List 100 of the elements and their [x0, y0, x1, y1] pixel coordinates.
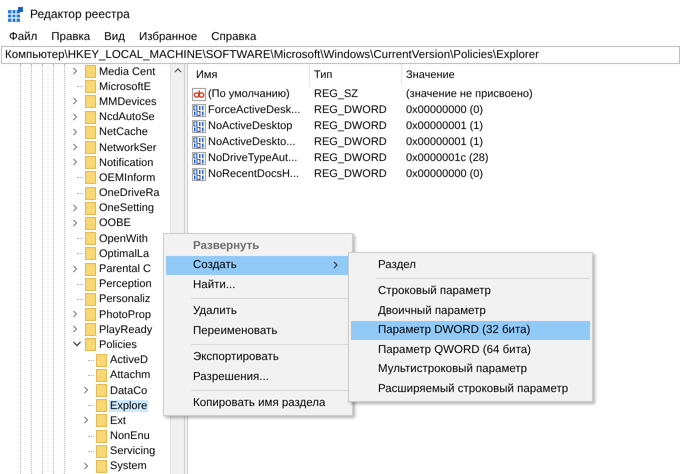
menu-item-label: Копировать имя раздела	[193, 397, 326, 410]
value-name: (По умолчанию)	[208, 88, 290, 100]
menu-item-label: Параметр DWORD (32 бита)	[378, 324, 530, 336]
folder-icon	[96, 384, 107, 398]
value-type: REG_DWORD	[313, 152, 388, 164]
menu-item[interactable]: Создать	[166, 256, 350, 275]
tree-item[interactable]: DataCo	[109, 384, 148, 397]
string-value-icon	[192, 88, 206, 100]
folder-icon	[85, 126, 96, 139]
menu-item[interactable]: Строковый параметр	[351, 282, 590, 301]
scroll-up-icon[interactable]	[174, 68, 182, 73]
menu-bar-item[interactable]: Справка	[204, 31, 264, 43]
value-type: REG_DWORD	[313, 104, 388, 116]
folder-icon	[85, 278, 96, 291]
menu-item[interactable]: Двоичный параметр	[351, 301, 590, 320]
tree-item[interactable]: ActiveD	[109, 354, 149, 366]
column-header[interactable]: Значение	[402, 64, 680, 86]
menu-item-label: Параметр QWORD (64 бита)	[378, 344, 531, 356]
folder-icon	[96, 368, 107, 382]
menu-bar-item[interactable]: Избранное	[132, 31, 204, 43]
menu-item-label: Создать	[193, 259, 237, 272]
tree-item[interactable]: MicrosoftE	[98, 80, 152, 93]
menu-item[interactable]: Переименовать	[166, 321, 350, 340]
menu-item[interactable]: Параметр DWORD (32 бита)	[351, 320, 590, 340]
menu-item[interactable]: Удалить	[166, 302, 350, 321]
tree-item[interactable]: NetworkSer	[98, 142, 158, 154]
folder-icon	[85, 80, 96, 94]
value-type: REG_DWORD	[313, 136, 388, 148]
menu-item[interactable]: Найти...	[166, 275, 350, 294]
tree-item[interactable]: NonEnu	[109, 430, 151, 442]
folder-icon	[96, 460, 107, 473]
folder-icon	[85, 141, 96, 154]
tree-item[interactable]: System	[109, 460, 148, 472]
tree-item[interactable]: Ext	[109, 414, 127, 427]
column-header[interactable]: Имя	[192, 64, 310, 86]
folder-icon	[85, 171, 96, 184]
tree-item[interactable]: NcdAutoSe	[98, 111, 156, 124]
value-name: NoActiveDeskto...	[208, 136, 296, 148]
tree-item[interactable]: NetCache	[98, 126, 149, 138]
address-bar[interactable]: Компьютер\HKEY_LOCAL_MACHINE\SOFTWARE\Microsoft\Windows\CurrentVersion\Policies\Explorer	[1, 46, 680, 64]
tree-item[interactable]: Notification	[98, 156, 154, 169]
menu-item-label: Переименовать	[193, 324, 278, 337]
value-name: ForceActiveDesk...	[208, 104, 300, 116]
tree-item[interactable]: OptimalLa	[98, 248, 150, 260]
tree-item[interactable]: Explore	[109, 400, 148, 412]
folder-icon	[96, 354, 107, 367]
tree-item[interactable]: Parental C	[98, 263, 152, 276]
binary-value-icon	[192, 168, 206, 180]
value-type: REG_DWORD	[313, 168, 388, 180]
menu-item[interactable]: Параметр QWORD (64 бита)	[351, 340, 590, 360]
binary-value-icon	[192, 136, 206, 148]
tree-item[interactable]: OneSetting	[98, 202, 156, 214]
tree-item[interactable]: OneDriveRa	[98, 187, 161, 200]
menu-item-label: Удалить	[193, 305, 237, 318]
menu-item-label: Экспортировать	[193, 351, 279, 364]
window-title: Редактор реестра	[30, 7, 130, 21]
menu-item[interactable]: Раздел	[351, 255, 590, 274]
tree-item[interactable]: Personaliz	[98, 293, 152, 306]
folder-icon	[85, 156, 96, 170]
folder-icon	[85, 110, 96, 124]
tree-item[interactable]: Media Cent	[98, 66, 156, 78]
folder-icon	[96, 414, 107, 428]
menu-item[interactable]: Экспортировать	[166, 348, 350, 367]
value-type: REG_DWORD	[313, 120, 388, 132]
folder-icon	[85, 323, 96, 336]
menu-bar-item[interactable]: Файл	[2, 31, 44, 43]
folder-icon	[85, 292, 96, 306]
menu-item[interactable]: Копировать имя раздела	[166, 394, 350, 413]
folder-icon	[96, 399, 107, 412]
tree-item[interactable]: OEMInform	[98, 172, 156, 184]
folder-icon	[85, 308, 96, 322]
tree-item[interactable]: OpenWith	[98, 232, 149, 245]
value-name: NoActiveDesktop	[208, 120, 292, 132]
tree-item[interactable]: Perception	[98, 278, 153, 290]
menu-item[interactable]: Разрешения...	[166, 367, 350, 386]
value-name: NoRecentDocsH...	[208, 168, 300, 180]
tree-item[interactable]: PlayReady	[98, 324, 154, 336]
value-data: (значение не присвоено)	[405, 88, 534, 100]
tree-item[interactable]: Attachm	[109, 369, 152, 382]
menu-item-label: Развернуть	[193, 240, 260, 252]
folder-icon	[85, 186, 96, 200]
tree-item[interactable]: Policies	[98, 338, 138, 351]
tree-item[interactable]: OOBE	[98, 217, 132, 230]
menu-item[interactable]: Мультистроковый параметр	[351, 360, 590, 379]
folder-icon	[85, 247, 96, 260]
menu-item-label: Строковый параметр	[378, 285, 491, 298]
tree-item[interactable]: MMDevices	[98, 96, 158, 108]
folder-icon	[85, 65, 96, 78]
folder-icon	[85, 216, 96, 230]
menu-item-label: Найти...	[193, 278, 236, 291]
menu-item[interactable]: Расширяемый строковый параметр	[351, 379, 590, 398]
folder-icon	[85, 95, 96, 108]
menu-item-label: Разрешения...	[193, 370, 269, 383]
menu-bar-item[interactable]: Правка	[44, 31, 98, 43]
column-header[interactable]: Тип	[310, 64, 402, 86]
registry-editor-icon	[8, 6, 23, 22]
tree-item[interactable]: PhotoProp	[98, 308, 152, 321]
menu-bar-item[interactable]: Вид	[97, 31, 132, 43]
tree-item[interactable]: Servicing	[109, 445, 156, 458]
menu-item-label: Раздел	[378, 258, 416, 271]
